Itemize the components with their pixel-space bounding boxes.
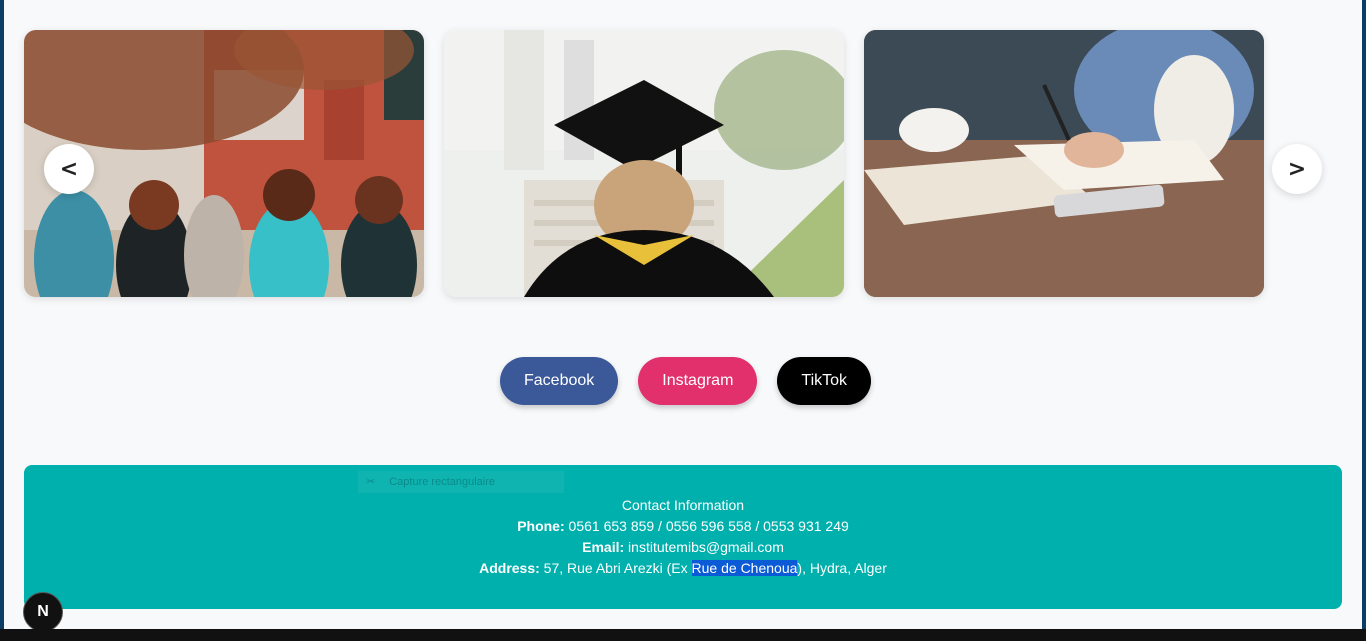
carousel-slide-studying[interactable] xyxy=(864,30,1264,297)
tiktok-button[interactable]: TikTok xyxy=(777,357,872,405)
graduate-photo-icon xyxy=(444,30,844,297)
dev-badge[interactable]: N xyxy=(23,592,63,632)
capture-overlay-label: ✂ Capture rectangulaire xyxy=(358,471,564,493)
email-label: Email: xyxy=(582,539,625,555)
study-desk-photo-icon xyxy=(864,30,1264,297)
address-selected-text: Rue de Chenoua xyxy=(691,560,798,576)
carousel-next-button[interactable]: > xyxy=(1272,144,1322,194)
contact-address: Address: 57, Rue Abri Arezki (Ex Rue de … xyxy=(24,560,1342,576)
phone-label: Phone: xyxy=(517,518,565,534)
address-value-end: ), Hydra, Alger xyxy=(797,560,887,576)
instagram-button[interactable]: Instagram xyxy=(638,357,758,405)
social-links: Facebook Instagram TikTok xyxy=(500,357,872,405)
address-value-start: 57, Rue Abri Arezki (Ex xyxy=(539,560,692,576)
carousel-prev-button[interactable]: < xyxy=(44,144,94,194)
phone-value: 0561 653 859 / 0556 596 558 / 0553 931 2… xyxy=(564,518,849,534)
contact-title: Contact Information xyxy=(621,497,745,513)
contact-footer: ✂ Capture rectangulaire Contact Informati… xyxy=(24,465,1342,609)
facebook-button[interactable]: Facebook xyxy=(500,357,619,405)
page: < > Facebook Instagram TikTok ✂ Capture r… xyxy=(4,0,1362,629)
bottom-bar xyxy=(0,629,1366,641)
contact-email: Email: institutemibs@gmail.com xyxy=(24,539,1342,555)
address-label: Address: xyxy=(479,560,540,576)
email-value[interactable]: institutemibs@gmail.com xyxy=(624,539,784,555)
scissor-icon: ✂ xyxy=(366,475,376,488)
carousel-slide-graduate[interactable] xyxy=(444,30,844,297)
contact-phone: Phone: 0561 653 859 / 0556 596 558 / 055… xyxy=(24,518,1342,534)
